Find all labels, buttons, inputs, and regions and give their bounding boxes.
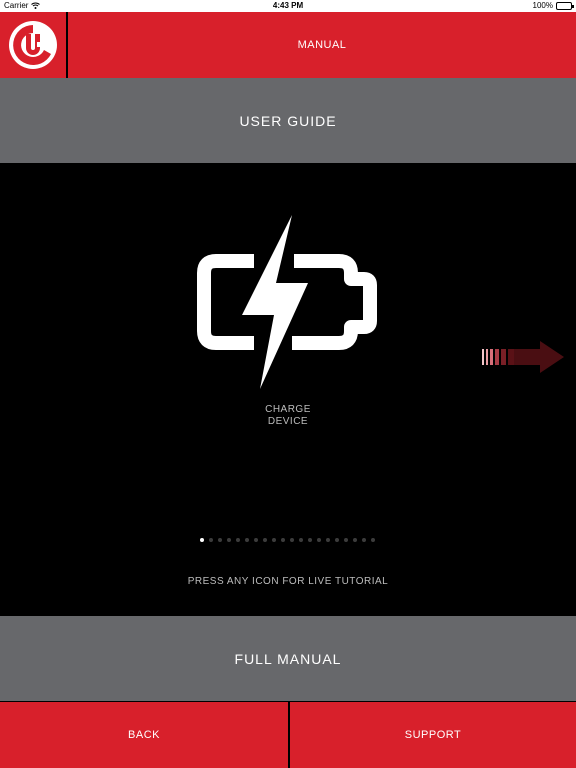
app-header: MANUAL [0, 12, 576, 90]
tutorial-carousel[interactable]: CHARGE DEVICE PRESS ANY ICON FOR LIVE TU… [0, 163, 576, 616]
battery-indicator: 100% [532, 1, 574, 10]
page-dot[interactable] [344, 538, 348, 542]
page-dot[interactable] [209, 538, 213, 542]
page-dot[interactable] [326, 538, 330, 542]
page-dot[interactable] [218, 538, 222, 542]
brand-logo[interactable] [0, 12, 66, 78]
step-label: CHARGE DEVICE [238, 404, 338, 428]
page-dot[interactable] [353, 538, 357, 542]
page-dot[interactable] [317, 538, 321, 542]
page-dot[interactable] [308, 538, 312, 542]
status-bar: Carrier 4:43 PM 100% [0, 0, 576, 12]
page-dot[interactable] [236, 538, 240, 542]
page-dot[interactable] [299, 538, 303, 542]
charging-battery-icon[interactable] [194, 213, 384, 393]
tutorial-hint: PRESS ANY ICON FOR LIVE TUTORIAL [187, 576, 389, 587]
page-dot[interactable] [245, 538, 249, 542]
next-arrow-icon[interactable] [478, 337, 566, 377]
page-dot[interactable] [371, 538, 375, 542]
page-indicator[interactable] [200, 538, 375, 542]
page-dot[interactable] [362, 538, 366, 542]
battery-percent: 100% [532, 1, 553, 10]
step-label-line2: DEVICE [267, 416, 309, 427]
page-dot[interactable] [227, 538, 231, 542]
page-dot[interactable] [281, 538, 285, 542]
page-dot[interactable] [272, 538, 276, 542]
page-dot[interactable] [335, 538, 339, 542]
full-manual-button[interactable]: FULL MANUAL [0, 616, 576, 701]
battery-full-icon [556, 1, 574, 10]
back-button[interactable]: BACK [0, 702, 288, 768]
user-guide-button[interactable]: USER GUIDE [0, 78, 576, 163]
step-label-line1: CHARGE [265, 404, 311, 415]
page-dot[interactable] [254, 538, 258, 542]
page-dot[interactable] [290, 538, 294, 542]
footer-bar: BACK SUPPORT [0, 701, 576, 768]
page-dot[interactable] [263, 538, 267, 542]
brand-logo-icon [9, 21, 57, 69]
page-dot[interactable] [200, 538, 204, 542]
support-button[interactable]: SUPPORT [290, 702, 576, 768]
page-title: MANUAL [297, 39, 347, 51]
status-time: 4:43 PM [272, 1, 304, 10]
